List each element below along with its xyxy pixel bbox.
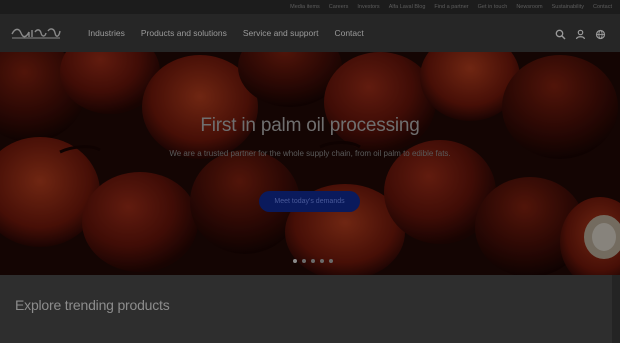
carousel-dot[interactable] — [329, 259, 333, 263]
hero-overlay — [0, 52, 620, 275]
page: Media items Careers Investors Alfa Laval… — [0, 0, 620, 343]
primary-menu: Industries Products and solutions Servic… — [88, 14, 380, 52]
main-nav: Industries Products and solutions Servic… — [0, 14, 620, 52]
hero-title: First in palm oil processing — [200, 115, 420, 136]
utility-link-contact[interactable]: Contact — [593, 4, 612, 10]
carousel-dot[interactable] — [293, 259, 297, 263]
utility-link-get-in-touch[interactable]: Get in touch — [478, 4, 508, 10]
menu-item-contact[interactable]: Contact — [334, 28, 363, 38]
utility-link-sustainability[interactable]: Sustainability — [552, 4, 584, 10]
hero-banner: First in palm oil processing We are a tr… — [0, 52, 620, 275]
menu-item-service-support[interactable]: Service and support — [243, 28, 319, 38]
trending-products-heading: Explore trending products — [15, 297, 170, 313]
hero-description: We are a trusted partner for the whole s… — [169, 149, 451, 158]
user-icon[interactable] — [575, 27, 586, 40]
carousel-dot[interactable] — [302, 259, 306, 263]
search-icon[interactable] — [555, 27, 566, 40]
utility-link-blog[interactable]: Alfa Laval Blog — [389, 4, 426, 10]
header-actions — [555, 27, 606, 40]
utility-link-investors[interactable]: Investors — [357, 4, 379, 10]
carousel-dot[interactable] — [320, 259, 324, 263]
hero-cta-button[interactable]: Meet today's demands — [259, 191, 360, 212]
utility-link-newsroom[interactable]: Newsroom — [516, 4, 542, 10]
carousel-dot[interactable] — [311, 259, 315, 263]
trending-products-section: Explore trending products — [0, 275, 612, 343]
alfa-laval-logo[interactable] — [10, 25, 62, 41]
menu-item-products-solutions[interactable]: Products and solutions — [141, 28, 227, 38]
utility-link-media[interactable]: Media items — [290, 4, 320, 10]
menu-item-industries[interactable]: Industries — [88, 28, 125, 38]
globe-icon[interactable] — [595, 27, 606, 40]
utility-link-careers[interactable]: Careers — [329, 4, 349, 10]
utility-nav: Media items Careers Investors Alfa Laval… — [0, 0, 620, 14]
utility-link-partner[interactable]: Find a partner — [434, 4, 468, 10]
scrollbar[interactable] — [612, 275, 620, 343]
carousel-indicators — [293, 259, 333, 263]
